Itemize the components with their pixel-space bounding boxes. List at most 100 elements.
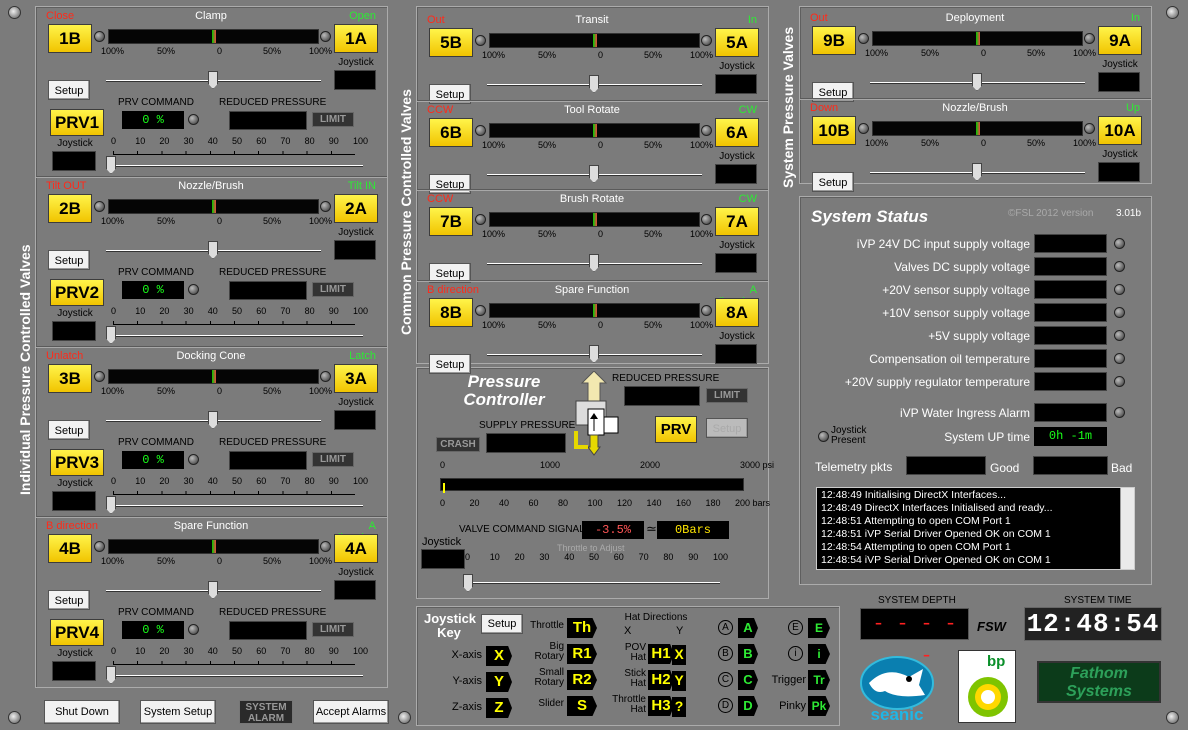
setup-button[interactable]: Setup bbox=[429, 354, 471, 374]
throttle-slider[interactable] bbox=[466, 582, 720, 584]
joystick-label: Joystick bbox=[338, 397, 374, 408]
setup-button[interactable]: Setup bbox=[48, 80, 90, 100]
valve-diagram-icon bbox=[574, 370, 619, 457]
systems-text: Systems bbox=[1066, 683, 1132, 700]
valve-name: Brush Rotate bbox=[559, 193, 625, 205]
valve-1a-button[interactable]: 1A bbox=[334, 24, 378, 53]
prv4-button[interactable]: PRV4 bbox=[50, 619, 104, 646]
center-marker bbox=[211, 200, 216, 213]
valve-6b-button[interactable]: 6B bbox=[429, 118, 473, 147]
scale-label: 100% bbox=[101, 216, 125, 226]
scale-label: 100% bbox=[101, 46, 125, 56]
prv-slider[interactable] bbox=[106, 165, 363, 167]
scale-label: 50% bbox=[157, 386, 176, 396]
control-label: Big Rotary bbox=[534, 641, 564, 662]
button-key: A bbox=[738, 618, 758, 638]
prv-tick-label: 20 bbox=[159, 476, 170, 486]
status-led bbox=[320, 201, 331, 212]
limit-indicator: LIMIT bbox=[312, 452, 354, 467]
hat-key-suffix: Y bbox=[672, 671, 686, 691]
prv-slider[interactable] bbox=[106, 505, 363, 507]
direction-b-label: B direction bbox=[427, 284, 479, 296]
valve-name: Deployment bbox=[945, 12, 1005, 24]
throttle-tick-label: 20 bbox=[514, 552, 525, 562]
pc-reduced-label: REDUCED PRESSURE bbox=[612, 373, 720, 384]
system-setup-button[interactable]: System Setup bbox=[140, 700, 216, 724]
status-led bbox=[1114, 353, 1125, 364]
good-label: Good bbox=[990, 461, 1020, 475]
valve-9b-button[interactable]: 9B bbox=[812, 26, 856, 55]
direction-b-label: Tilt OUT bbox=[46, 180, 87, 192]
status-row-display bbox=[1034, 257, 1107, 276]
prv-tick-label: 30 bbox=[183, 136, 194, 146]
prv-slider[interactable] bbox=[106, 335, 363, 337]
setup-button[interactable]: Setup bbox=[48, 420, 90, 440]
section-divider bbox=[36, 346, 387, 348]
button-key: Pk bbox=[808, 696, 830, 716]
valve-4b-button[interactable]: 4B bbox=[48, 534, 92, 563]
valve-5b-button[interactable]: 5B bbox=[429, 28, 473, 57]
valve-10a-button[interactable]: 10A bbox=[1098, 116, 1142, 145]
setup-button[interactable]: Setup bbox=[48, 590, 90, 610]
status-led bbox=[1114, 261, 1125, 272]
valve-6a-button[interactable]: 6A bbox=[715, 118, 759, 147]
joykey-setup-button[interactable]: Setup bbox=[481, 614, 523, 634]
status-row-display bbox=[1034, 280, 1107, 299]
prv-button[interactable]: PRV bbox=[655, 416, 697, 443]
status-led bbox=[320, 541, 331, 552]
scale-label: 50% bbox=[644, 50, 663, 60]
valve-3a-button[interactable]: 3A bbox=[334, 364, 378, 393]
valve-4a-button[interactable]: 4A bbox=[334, 534, 378, 563]
prv-tick-label: 0 bbox=[111, 306, 117, 316]
prv3-button[interactable]: PRV3 bbox=[50, 449, 104, 476]
center-marker bbox=[211, 30, 216, 43]
control-label: Throttle bbox=[530, 620, 564, 631]
log-box[interactable]: 12:48:49 Initialising DirectX Interfaces… bbox=[816, 487, 1135, 570]
prv-slider[interactable] bbox=[106, 675, 363, 677]
prv-command-value: 0 % bbox=[122, 621, 184, 639]
system-alarm-indicator: SYSTEM ALARM bbox=[239, 700, 293, 724]
prv-ticks bbox=[113, 151, 355, 155]
valve-8b-button[interactable]: 8B bbox=[429, 298, 473, 327]
prv-tick-label: 60 bbox=[256, 136, 267, 146]
valve-position-bar bbox=[489, 212, 700, 227]
valve-3b-button[interactable]: 3B bbox=[48, 364, 92, 393]
valve-7b-button[interactable]: 7B bbox=[429, 207, 473, 236]
status-led bbox=[1084, 123, 1095, 134]
valve-2a-button[interactable]: 2A bbox=[334, 194, 378, 223]
prv1-button[interactable]: PRV1 bbox=[50, 109, 104, 136]
valve-9a-button[interactable]: 9A bbox=[1098, 26, 1142, 55]
log-scrollbar[interactable] bbox=[1120, 488, 1134, 569]
valve-8a-button[interactable]: 8A bbox=[715, 298, 759, 327]
fathom-text: Fathom bbox=[1070, 665, 1128, 682]
accept-alarms-button[interactable]: Accept Alarms bbox=[313, 700, 389, 724]
valve-5a-button[interactable]: 5A bbox=[715, 28, 759, 57]
prv2-button[interactable]: PRV2 bbox=[50, 279, 104, 306]
prv-tick-label: 50 bbox=[232, 646, 243, 656]
seanic-text: seanic bbox=[870, 705, 924, 724]
status-row-label: +20V supply regulator temperature bbox=[844, 375, 1030, 389]
valve-7a-button[interactable]: 7A bbox=[715, 207, 759, 236]
joystick-display bbox=[1098, 72, 1140, 92]
direction-a-label: Tilt IN bbox=[347, 180, 376, 192]
reduced-pressure-display bbox=[229, 281, 307, 300]
log-line: 12:48:51 iVP Serial Driver Opened OK on … bbox=[821, 528, 1051, 540]
prv-tick-label: 80 bbox=[304, 136, 315, 146]
valve-1b-button[interactable]: 1B bbox=[48, 24, 92, 53]
scale-label: 50% bbox=[538, 229, 557, 239]
control-key: Th bbox=[567, 618, 597, 638]
joystick-label: Joystick bbox=[1102, 59, 1138, 70]
valve-2b-button[interactable]: 2B bbox=[48, 194, 92, 223]
setup-button[interactable]: Setup bbox=[429, 174, 471, 194]
scale-label: 100% bbox=[865, 138, 889, 148]
setup-button[interactable]: Setup bbox=[812, 172, 854, 192]
joystick-label: Joystick bbox=[719, 240, 755, 251]
pc-setup-button[interactable]: Setup bbox=[706, 418, 748, 438]
valve-10b-button[interactable]: 10B bbox=[812, 116, 856, 145]
scale-label: 100% bbox=[309, 386, 333, 396]
shutdown-button[interactable]: Shut Down bbox=[44, 700, 120, 724]
setup-button[interactable]: Setup bbox=[48, 250, 90, 270]
prv-joystick-display bbox=[52, 151, 96, 171]
section-divider bbox=[417, 189, 768, 191]
time-label: SYSTEM TIME bbox=[1064, 595, 1132, 606]
